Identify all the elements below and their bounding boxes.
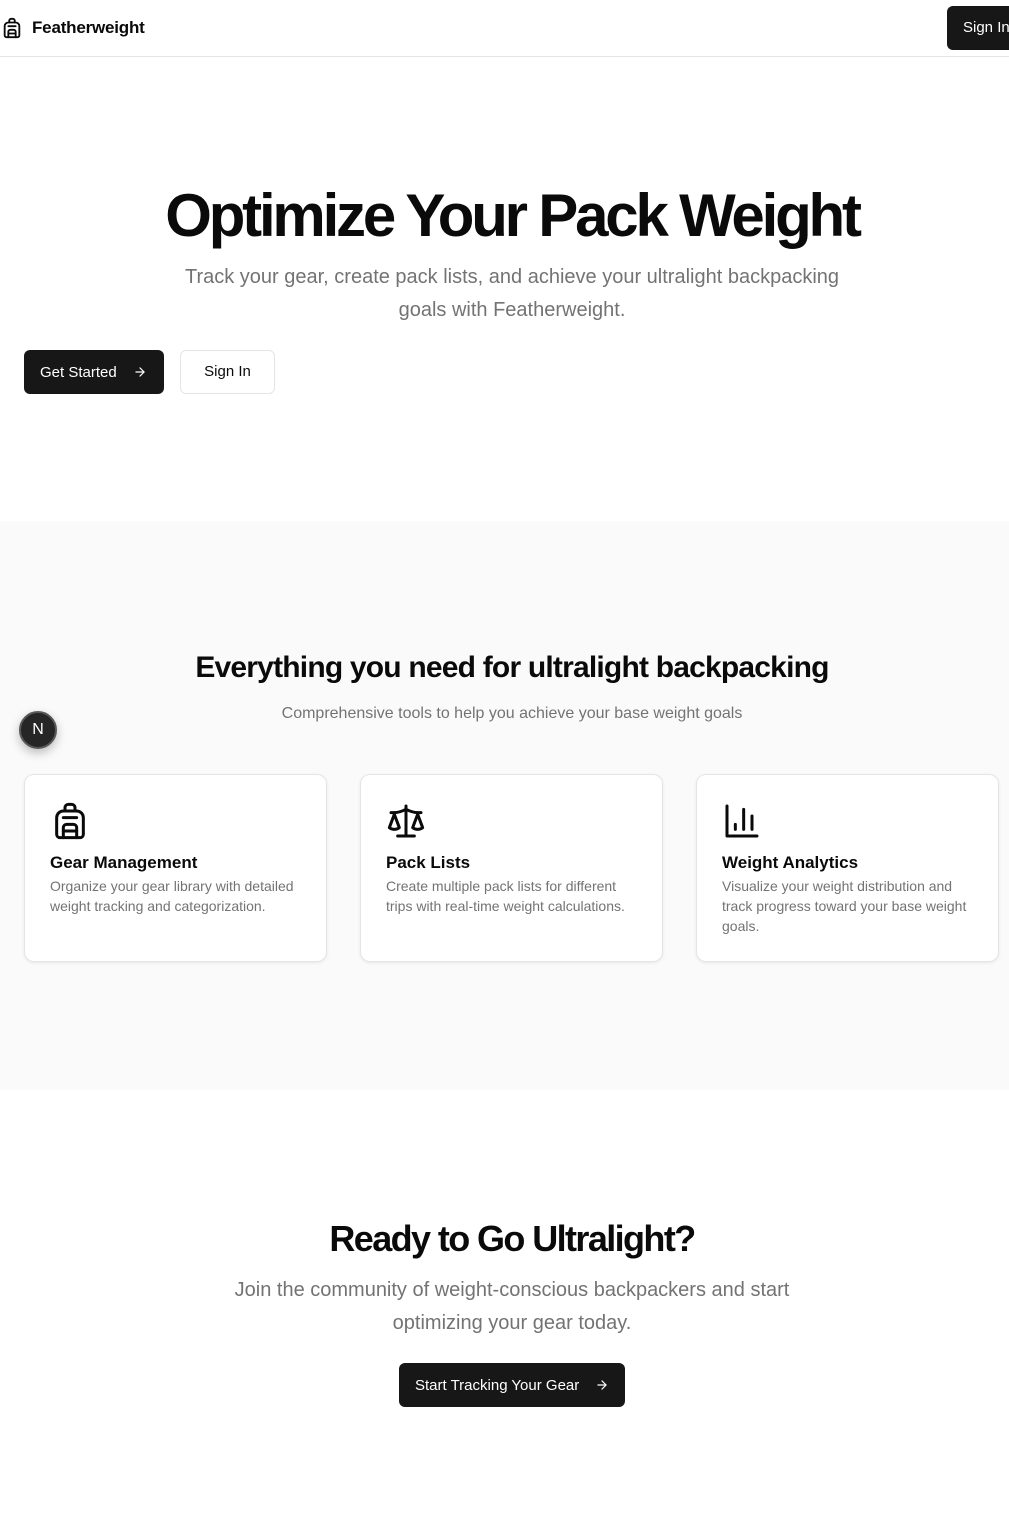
feature-card-description: Create multiple pack lists for different… [386,878,625,914]
cta-subtitle: Join the community of weight-conscious b… [234,1279,790,1334]
brand[interactable]: Featherweight [1,16,145,40]
feature-card-description: Visualize your weight distribution and t… [722,878,967,934]
start-tracking-button[interactable]: Start Tracking Your Gear [399,1363,625,1407]
feature-card-title: Pack Lists [386,853,471,872]
backpack-icon [55,802,85,840]
hero-subtitle: Track your gear, create pack lists, and … [184,266,840,321]
scale-icon [387,804,425,838]
dev-tools-badge[interactable]: N [19,711,57,749]
landing-page: Featherweight Sign In Optimize Your Pack… [0,0,1009,1535]
bar-chart-icon [725,804,759,838]
feature-card-weight-analytics: Weight Analytics Visualize your weight d… [696,774,999,962]
feature-card-title: Gear Management [50,853,198,872]
hero-title: Optimize Your Pack Weight [165,182,862,249]
features-subtitle: Comprehensive tools to help you achieve … [281,705,743,722]
features-title: Everything you need for ultralight backp… [195,651,829,684]
arrow-right-icon [135,367,145,377]
brand-name: Featherweight [32,18,145,37]
feature-card-gear-management: Gear Management Organize your gear libra… [24,774,327,962]
feature-card-title: Weight Analytics [722,853,859,872]
hero-sign-in-button[interactable]: Sign In [180,350,275,394]
feature-card-description: Organize your gear library with detailed… [50,878,294,914]
cta-title: Ready to Go Ultralight? [329,1218,696,1259]
features-section: Everything you need for ultralight backp… [0,521,1009,1090]
backpack-icon [3,17,21,39]
get-started-button[interactable]: Get Started [24,350,164,394]
header-sign-in-button[interactable]: Sign In [947,6,1009,50]
top-nav: Featherweight Sign In [0,0,1009,57]
feature-card-pack-lists: Pack Lists Create multiple pack lists fo… [360,774,663,962]
arrow-right-icon [597,1380,607,1390]
get-started-label: Get Started [40,363,117,381]
start-tracking-label: Start Tracking Your Gear [415,1376,580,1394]
